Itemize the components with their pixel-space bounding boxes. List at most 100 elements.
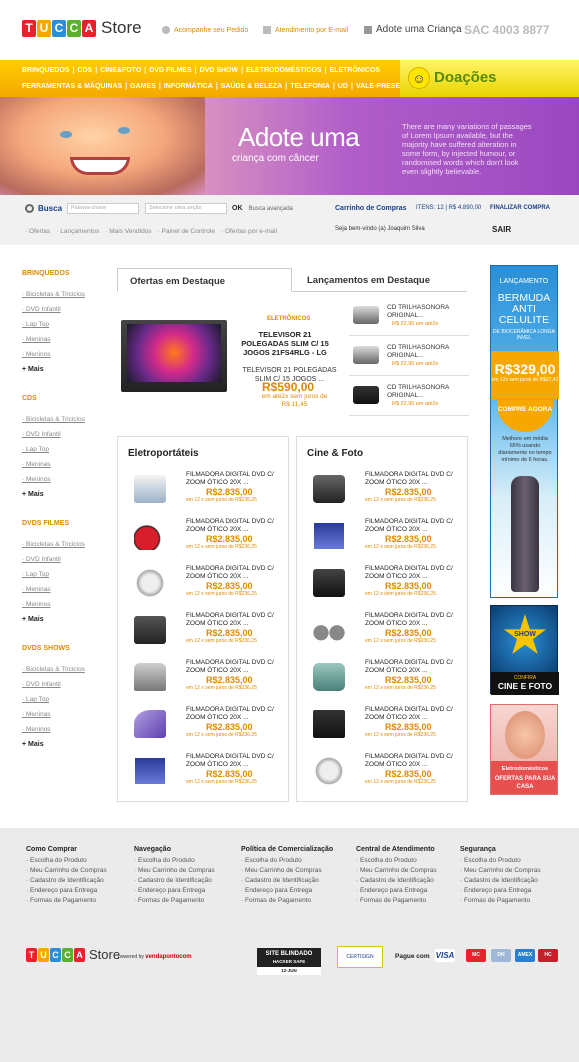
sidebar-item[interactable]: Lap Top — [22, 571, 102, 578]
sidebar-item[interactable]: Meninas — [22, 711, 102, 718]
footer-link[interactable]: Endereço para Entrega — [134, 887, 215, 894]
product-item[interactable]: FILMADORA DIGITAL DVD C/ ZOOM ÓTICO 20X … — [118, 749, 290, 796]
product-item[interactable]: FILMADORA DIGITAL DVD C/ ZOOM ÓTICO 20X … — [297, 655, 469, 702]
sidebar-item[interactable]: Lap Top — [22, 696, 102, 703]
product-item[interactable]: FILMADORA DIGITAL DVD C/ ZOOM ÓTICO 20X … — [297, 561, 469, 608]
bermuda-ad[interactable]: LANÇAMENTO BERMUDA ANTI CELULITE DE BIOC… — [490, 265, 559, 598]
sidebar-item[interactable]: Meninos — [22, 476, 102, 483]
subnav-control-panel[interactable]: · Painel de Controle — [158, 228, 215, 235]
sidebar-more-link[interactable]: + Mais — [22, 616, 102, 623]
advanced-search-link[interactable]: Busca avançada — [249, 206, 293, 212]
featured-name[interactable]: TELEVISOR 21 POLEGADAS SLIM C/ 15 JOGOS … — [235, 330, 335, 357]
footer-link[interactable]: Meu Carrinho de Compras — [460, 867, 541, 874]
product-item[interactable]: FILMADORA DIGITAL DVD C/ ZOOM ÓTICO 20X … — [118, 702, 290, 749]
footer-link[interactable]: Cadastro de Identificação — [26, 877, 107, 884]
search-input[interactable]: Palavra-chave — [67, 203, 140, 214]
donations-button[interactable]: ☺ Doações — [400, 60, 579, 97]
sidebar-item[interactable]: Bicicletas & Triciclos — [22, 291, 102, 298]
product-item[interactable]: FILMADORA DIGITAL DVD C/ ZOOM ÓTICO 20X … — [118, 655, 290, 702]
sidebar-group-title[interactable]: DVDS SHOWS — [22, 645, 102, 652]
sidebar-group-title[interactable]: BRINQUEDOS — [22, 270, 102, 277]
category-link[interactable]: ELETRÔNICOS — [330, 67, 381, 74]
product-item[interactable]: FILMADORA DIGITAL DVD C/ ZOOM ÓTICO 20X … — [118, 608, 290, 655]
footer-link[interactable]: Meu Carrinho de Compras — [26, 867, 107, 874]
footer-link[interactable]: Formas de Pagamento — [460, 897, 541, 904]
category-link[interactable]: DVD SHOW — [200, 67, 239, 74]
subnav-offers[interactable]: · Ofertas — [25, 228, 50, 235]
sidebar-item[interactable]: DVD Infantil — [22, 681, 102, 688]
subnav-launches[interactable]: · Lançamentos — [56, 228, 99, 235]
sidebar-item[interactable]: DVD Infantil — [22, 306, 102, 313]
footer-link[interactable]: Escolha do Produto — [460, 857, 541, 864]
subnav-best-sellers[interactable]: · Mais Vendidos — [105, 228, 151, 235]
footer-link[interactable]: Cadastro de Identificação — [356, 877, 437, 884]
ok-button[interactable]: OK — [232, 205, 243, 212]
show-cine-foto-ad[interactable]: SHOW CONFIRA CINE E FOTO — [490, 605, 559, 695]
sidebar-more-link[interactable]: + Mais — [22, 366, 102, 373]
category-link[interactable]: UD — [338, 83, 348, 90]
sidebar-item[interactable]: Meninas — [22, 461, 102, 468]
sidebar-item[interactable]: Meninas — [22, 586, 102, 593]
footer-link[interactable]: Formas de Pagamento — [134, 897, 215, 904]
footer-link[interactable]: Cadastro de Identificação — [460, 877, 541, 884]
adopt-child-link[interactable]: Adote uma Criança — [364, 24, 462, 35]
category-link[interactable]: CDS — [77, 67, 92, 74]
footer-link[interactable]: Meu Carrinho de Compras — [241, 867, 333, 874]
sidebar-item[interactable]: Bicicletas & Triciclos — [22, 541, 102, 548]
cart-link[interactable]: Carrinho de Compras — [335, 205, 407, 212]
logout-link[interactable]: SAIR — [492, 225, 511, 234]
subnav-email-offers[interactable]: · Ofertas por e-mail — [221, 228, 277, 235]
launch-item[interactable]: CD TRILHASONORA ORIGINAL... R$ 22,90 em … — [349, 300, 469, 336]
footer-link[interactable]: Meu Carrinho de Compras — [356, 867, 437, 874]
category-link[interactable]: TELEFONIA — [290, 83, 330, 90]
sidebar-group-title[interactable]: DVDS FILMES — [22, 520, 102, 527]
category-link[interactable]: ELETRODOMÉSTICOS — [246, 67, 321, 74]
powered-by[interactable]: powered by vendapontocom — [118, 954, 192, 960]
footer-link[interactable]: Escolha do Produto — [26, 857, 107, 864]
product-item[interactable]: FILMADORA DIGITAL DVD C/ ZOOM ÓTICO 20X … — [118, 561, 290, 608]
sidebar-more-link[interactable]: + Mais — [22, 741, 102, 748]
product-item[interactable]: FILMADORA DIGITAL DVD C/ ZOOM ÓTICO 20X … — [297, 749, 469, 796]
email-support-link[interactable]: Atendimento por E-mail — [263, 26, 348, 34]
footer-link[interactable]: Formas de Pagamento — [26, 897, 107, 904]
footer-link[interactable]: Endereço para Entrega — [356, 887, 437, 894]
product-item[interactable]: FILMADORA DIGITAL DVD C/ ZOOM ÓTICO 20X … — [297, 467, 469, 514]
footer-link[interactable]: Cadastro de Identificação — [134, 877, 215, 884]
sidebar-item[interactable]: Bicicletas & Triciclos — [22, 666, 102, 673]
category-link[interactable]: GAMES — [130, 83, 156, 90]
checkout-link[interactable]: FINALIZAR COMPRA — [490, 205, 550, 211]
footer-link[interactable]: Endereço para Entrega — [241, 887, 333, 894]
footer-link[interactable]: Endereço para Entrega — [460, 887, 541, 894]
launch-item[interactable]: CD TRILHASONORA ORIGINAL... R$ 22,90 em … — [349, 340, 469, 376]
category-link[interactable]: INFORMÁTICA — [164, 83, 213, 90]
footer-link[interactable]: Escolha do Produto — [356, 857, 437, 864]
tv-product-image[interactable] — [121, 320, 227, 392]
sidebar-item[interactable]: DVD Infantil — [22, 431, 102, 438]
footer-link[interactable]: Formas de Pagamento — [241, 897, 333, 904]
sidebar-item[interactable]: Meninas — [22, 336, 102, 343]
eletrodomesticos-ad[interactable]: Eletrodomésticos OFERTAS PARA SUA CASA — [490, 704, 558, 795]
category-link[interactable]: BRINQUEDOS — [22, 67, 69, 74]
launch-item[interactable]: CD TRILHASONORA ORIGINAL... R$ 22,90 em … — [349, 380, 469, 416]
sidebar-item[interactable]: DVD Infantil — [22, 556, 102, 563]
sidebar-item[interactable]: Lap Top — [22, 321, 102, 328]
category-link[interactable]: DVD FILMES — [149, 67, 191, 74]
sidebar-item[interactable]: Meninos — [22, 726, 102, 733]
footer-link[interactable]: Meu Carrinho de Compras — [134, 867, 215, 874]
product-item[interactable]: FILMADORA DIGITAL DVD C/ ZOOM ÓTICO 20X … — [118, 467, 290, 514]
sidebar-more-link[interactable]: + Mais — [22, 491, 102, 498]
sidebar-item[interactable]: Meninos — [22, 351, 102, 358]
sidebar-item[interactable]: Meninos — [22, 601, 102, 608]
category-link[interactable]: FERRAMENTAS & MÁQUINAS — [22, 83, 122, 90]
sidebar-group-title[interactable]: CDS — [22, 395, 102, 402]
tab-offers[interactable]: Ofertas em Destaque — [117, 268, 292, 292]
site-blindado-badge[interactable]: SITE BLINDADO HACKER SAFE 12-JUN — [257, 948, 321, 975]
tucca-logo[interactable]: T U C C A Store — [22, 18, 142, 38]
footer-logo[interactable]: T U C C A Store — [26, 947, 120, 962]
category-link[interactable]: SAÚDE & BELEZA — [221, 83, 282, 90]
footer-link[interactable]: Formas de Pagamento — [356, 897, 437, 904]
footer-link[interactable]: Endereço para Entrega — [26, 887, 107, 894]
buy-now-button[interactable]: COMPRE AGORA — [497, 400, 553, 432]
sidebar-item[interactable]: Lap Top — [22, 446, 102, 453]
product-item[interactable]: FILMADORA DIGITAL DVD C/ ZOOM ÓTICO 20X … — [297, 702, 469, 749]
